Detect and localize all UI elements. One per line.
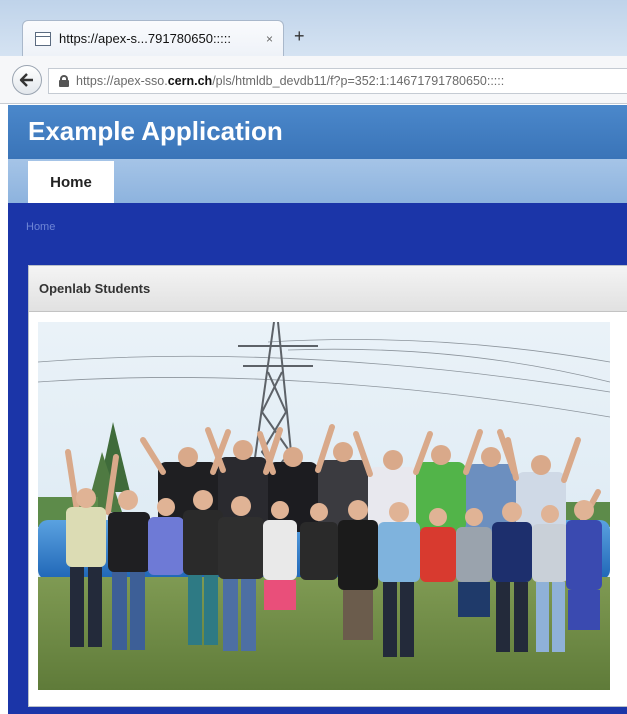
back-button[interactable] (12, 65, 42, 95)
breadcrumb[interactable]: Home (26, 221, 55, 233)
group-photo (38, 322, 610, 690)
tab-home[interactable]: Home (28, 161, 114, 203)
address-bar[interactable]: https://apex-sso.cern.ch/pls/htmldb_devd… (48, 68, 627, 94)
browser-navbar: https://apex-sso.cern.ch/pls/htmldb_devd… (0, 56, 627, 104)
content-region: Openlab Students (28, 265, 627, 707)
app-tabbar: Home (8, 159, 627, 203)
app-body: Home Openlab Students (8, 203, 627, 714)
page-icon (35, 31, 51, 46)
region-title: Openlab Students (39, 281, 151, 296)
browser-tab[interactable]: https://apex-s...791780650::::: × (22, 20, 284, 56)
close-icon[interactable]: × (266, 32, 273, 46)
new-tab-button[interactable]: + (294, 26, 305, 47)
url-text: https://apex-sso.cern.ch/pls/htmldb_devd… (76, 74, 505, 88)
lock-icon (59, 75, 69, 87)
app-header: Example Application (8, 105, 627, 159)
tab-title: https://apex-s...791780650::::: (59, 31, 232, 46)
back-arrow-icon (19, 73, 33, 87)
app-title: Example Application (28, 116, 283, 146)
browser-tabstrip: https://apex-s...791780650::::: × + (0, 0, 627, 56)
region-header: Openlab Students (29, 266, 627, 312)
